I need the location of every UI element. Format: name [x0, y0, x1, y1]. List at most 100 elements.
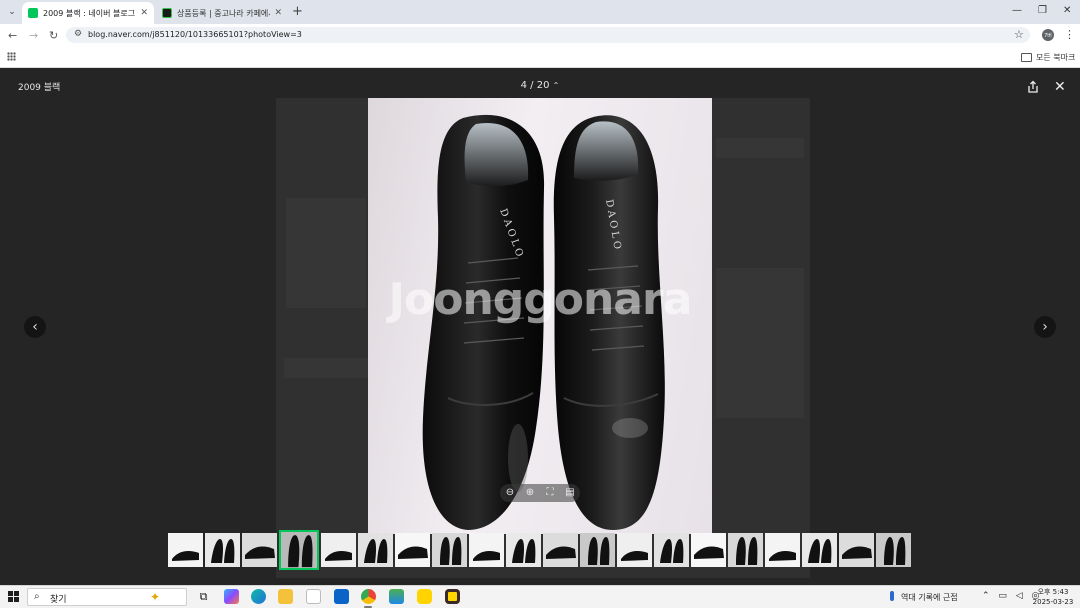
zoom-in-icon[interactable]: ⊕ — [524, 487, 536, 499]
tab-joonggonara[interactable]: 상품등록 | 중고나라 카페에서 ✕ — [156, 2, 288, 24]
close-icon[interactable]: ✕ — [1054, 80, 1066, 94]
shoe-thumbnail-image — [288, 535, 313, 568]
weather-widget[interactable]: 역대 기록에 근접 — [890, 591, 958, 603]
bg-widget-block — [716, 268, 804, 418]
joonggonara-watermark: Joonggonara — [388, 274, 693, 325]
taskbar-clock[interactable]: 오후 5:43 2025-03-23 — [1030, 587, 1076, 607]
clock-date: 2025-03-23 — [1032, 598, 1074, 606]
tab-title: 2009 블랙 : 네이버 블로그 — [43, 8, 136, 18]
chrome-menu-icon[interactable]: ⋮ — [1064, 28, 1075, 41]
tab-strip: ⌄ 2009 블랙 : 네이버 블로그 ✕ 상품등록 | 중고나라 카페에서 ✕… — [0, 0, 1080, 24]
forward-arrow-icon[interactable]: → — [29, 29, 38, 43]
photo-thumbnail[interactable] — [506, 533, 541, 567]
photo-thumbnail[interactable] — [168, 533, 203, 567]
tab-close-icon[interactable]: ✕ — [274, 8, 282, 18]
shoe-thumbnail-image — [884, 537, 906, 565]
photo-thumbnail[interactable] — [205, 533, 240, 567]
kakaotalk-icon[interactable] — [417, 589, 432, 604]
copilot-icon[interactable] — [224, 589, 239, 604]
photo-thumbnail[interactable] — [242, 533, 277, 567]
shoe-thumbnail-image — [808, 539, 832, 563]
shoe-thumbnail-image — [621, 551, 648, 561]
photo-viewer: 2009 블랙 4 / 20 ⌃ ✕ ‹ › DAOLO DAOLO Joong… — [0, 68, 1080, 585]
shoe-thumbnail-image — [211, 539, 235, 563]
photo-thumbnail[interactable] — [358, 533, 393, 567]
window-close-icon[interactable]: ✕ — [1063, 5, 1071, 16]
chrome-icon[interactable] — [361, 589, 376, 604]
site-info-icon[interactable]: ⚙ — [74, 29, 82, 39]
photo-thumbnail[interactable] — [691, 533, 726, 567]
back-arrow-icon[interactable]: ← — [8, 29, 17, 43]
shoe-thumbnail-image — [842, 546, 872, 559]
shoe-thumbnail-image — [398, 546, 428, 559]
bookmark-star-icon[interactable]: ☆ — [1014, 28, 1024, 41]
search-placeholder: 찾기 — [50, 595, 67, 605]
tab-close-icon[interactable]: ✕ — [140, 8, 148, 18]
store-icon[interactable] — [306, 589, 321, 604]
photo-thumbnail[interactable] — [802, 533, 837, 567]
shoe-thumbnail-image — [588, 537, 610, 565]
previous-photo-arrow-icon[interactable]: ‹ — [24, 316, 46, 338]
shoe-thumbnail-image — [694, 546, 724, 559]
bookmarks-folder-label: 모든 북마크 — [1036, 53, 1076, 62]
tab-naver-blog[interactable]: 2009 블랙 : 네이버 블로그 ✕ — [22, 2, 154, 24]
zoom-out-icon[interactable]: ⊖ — [504, 487, 516, 499]
shoe-thumbnail-image — [473, 551, 500, 561]
windows-taskbar: ⌕ 찾기 ✦ ⧉ 역대 기록에 근접 ⌃ ▭ ◁ ◎ 오후 5:43 2025-… — [0, 585, 1080, 608]
shoe-thumbnail-image — [512, 539, 536, 563]
photo-thumbnail[interactable] — [617, 533, 652, 567]
shoe-thumbnail-image — [546, 546, 576, 559]
photo-thumbnail[interactable] — [321, 533, 356, 567]
windows-start-icon[interactable] — [8, 591, 19, 602]
url-text[interactable]: blog.naver.com/j851120/10133665101?photo… — [88, 30, 302, 39]
apps-grid-icon[interactable] — [7, 52, 16, 61]
kakaotalk-chat-icon[interactable] — [445, 589, 460, 604]
new-tab-plus-icon[interactable]: + — [292, 4, 303, 20]
file-explorer-icon[interactable] — [278, 589, 293, 604]
minimize-icon[interactable]: — — [1012, 5, 1022, 16]
main-photo: DAOLO DAOLO Joonggonara — [368, 98, 712, 534]
photo-thumbnail[interactable] — [654, 533, 689, 567]
task-view-icon[interactable]: ⧉ — [196, 589, 211, 604]
shoe-thumbnail-image — [172, 551, 199, 561]
photo-thumbnail[interactable] — [543, 533, 578, 567]
photo-thumbnail[interactable] — [876, 533, 911, 567]
naver-blog-favicon-icon — [28, 8, 38, 18]
photo-thumbnail[interactable] — [839, 533, 874, 567]
original-size-icon[interactable]: ▤ — [564, 487, 576, 499]
reload-icon[interactable]: ↻ — [49, 29, 58, 43]
chevron-up-icon[interactable]: ⌃ — [553, 81, 560, 90]
clock-time: 오후 5:43 — [1037, 588, 1069, 596]
photo-thumbnail[interactable] — [580, 533, 615, 567]
outlook-icon[interactable] — [334, 589, 349, 604]
shoe-thumbnail-image — [245, 546, 275, 559]
zoom-toolbar: ⊖ ⊕ ⛶ ▤ — [500, 484, 580, 502]
taskbar-search-box[interactable]: ⌕ 찾기 ✦ — [27, 588, 187, 606]
photo-thumbnail[interactable] — [279, 530, 319, 570]
fullscreen-icon[interactable]: ⛶ — [544, 487, 556, 499]
shoe-thumbnail-image — [769, 551, 796, 561]
restore-icon[interactable]: ❐ — [1038, 5, 1047, 16]
search-icon: ⌕ — [34, 591, 40, 602]
tab-search-chevron-icon[interactable]: ⌄ — [4, 4, 20, 20]
app-icon[interactable] — [389, 589, 404, 604]
photo-thumbnail[interactable] — [728, 533, 763, 567]
photo-thumbnail[interactable] — [469, 533, 504, 567]
joonggonara-favicon-icon — [162, 8, 172, 18]
search-highlight-icon: ✦ — [150, 590, 161, 604]
bg-widget-header — [716, 138, 804, 158]
next-photo-arrow-icon[interactable]: › — [1034, 316, 1056, 338]
shoe-thumbnail-image — [325, 551, 352, 561]
edge-icon[interactable] — [251, 589, 266, 604]
share-icon[interactable] — [1026, 80, 1040, 94]
thermometer-icon — [890, 591, 894, 601]
all-bookmarks-folder[interactable]: 모든 북마크 — [1021, 52, 1075, 63]
photo-thumbnail[interactable] — [432, 533, 467, 567]
folder-icon — [1021, 53, 1032, 62]
profile-avatar[interactable]: 7버 — [1042, 29, 1054, 41]
photo-thumbnail[interactable] — [395, 533, 430, 567]
shoe-thumbnail-image — [364, 539, 388, 563]
weather-text: 역대 기록에 근접 — [901, 593, 958, 602]
photo-counter[interactable]: 4 / 20 ⌃ — [0, 80, 1080, 91]
photo-thumbnail[interactable] — [765, 533, 800, 567]
